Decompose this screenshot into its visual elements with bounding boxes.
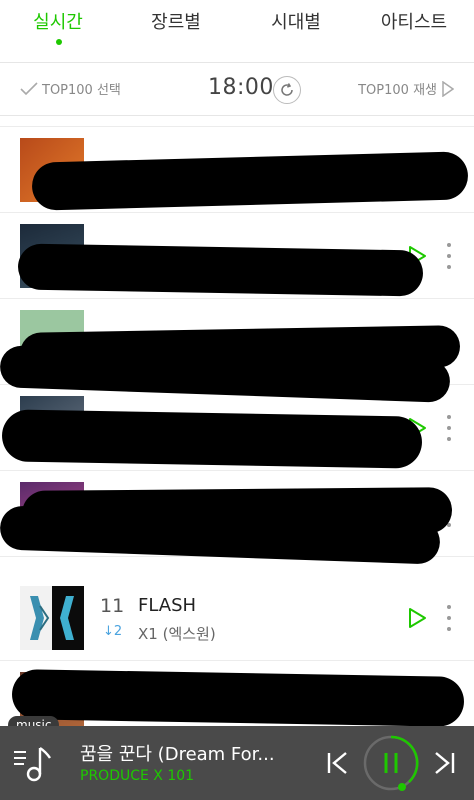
rank-change: ↓2	[103, 624, 123, 639]
redaction-mark	[1, 409, 423, 469]
active-tab-indicator	[56, 39, 62, 45]
select-all-label: TOP100 선택	[42, 83, 121, 98]
album-art	[20, 586, 84, 650]
song-title[interactable]: FLASH	[138, 595, 196, 616]
now-playing-artist[interactable]: PRODUCE X 101	[80, 768, 194, 784]
chart-tab-bar: 실시간 장르별 시대별 아티스트	[0, 0, 474, 60]
redaction-mark	[17, 243, 424, 297]
list-item[interactable]	[0, 117, 474, 127]
play-all-label: TOP100 재생	[358, 83, 437, 98]
tab-realtime[interactable]: 실시간	[33, 8, 83, 34]
song-artist[interactable]: X1 (엑스원)	[138, 623, 216, 644]
play-all-button[interactable]: TOP100 재생	[358, 79, 454, 98]
tab-artist[interactable]: 아티스트	[381, 8, 447, 34]
chart-control-bar: TOP100 선택 18:00 TOP100 재생	[0, 62, 474, 116]
pause-button[interactable]	[363, 735, 419, 791]
play-triangle-icon	[442, 80, 454, 97]
chart-update-time: 18:00	[208, 75, 274, 100]
tab-genre[interactable]: 장르별	[151, 8, 201, 34]
chart-list: 11 ↓2 FLASH X1 (엑스원)	[0, 117, 474, 727]
more-options-icon[interactable]	[444, 243, 454, 269]
play-icon[interactable]	[405, 606, 429, 630]
queue-icon[interactable]	[12, 742, 54, 784]
tab-era[interactable]: 시대별	[271, 8, 321, 34]
check-icon	[20, 81, 38, 95]
select-all-button[interactable]: TOP100 선택	[20, 79, 121, 98]
refresh-button[interactable]	[273, 76, 301, 104]
next-icon[interactable]	[432, 750, 456, 776]
more-options-icon[interactable]	[444, 415, 454, 441]
redaction-mark	[11, 669, 465, 727]
prev-icon[interactable]	[326, 750, 350, 776]
refresh-icon	[281, 83, 293, 96]
now-playing-title[interactable]: 꿈을 꾼다 (Dream For...	[80, 740, 300, 766]
more-options-icon[interactable]	[444, 605, 454, 631]
mini-player[interactable]: 꿈을 꾼다 (Dream For... PRODUCE X 101	[0, 726, 474, 800]
chart-rank: 11	[100, 595, 125, 617]
list-item[interactable]: 11 ↓2 FLASH X1 (엑스원)	[0, 575, 474, 661]
